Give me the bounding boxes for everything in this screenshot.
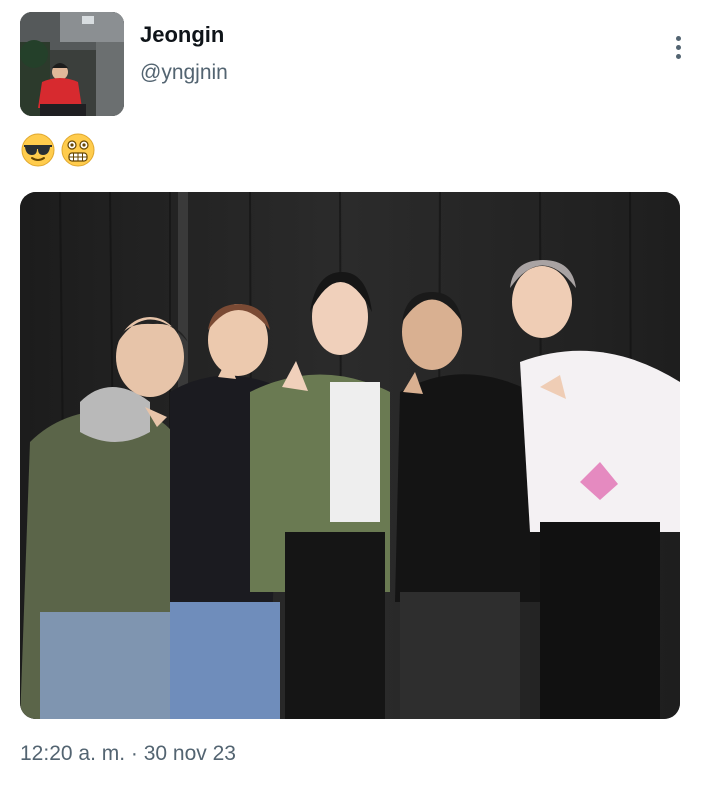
more-options-button[interactable] — [664, 30, 692, 64]
tweet-text — [20, 132, 96, 168]
tweet-card: Jeongin @yngjnin 12:20 a. m. · 30 nov 23 — [0, 0, 720, 790]
grimacing-face-icon — [61, 133, 95, 167]
tweet-photo[interactable] — [20, 192, 680, 719]
more-dot-icon — [675, 53, 681, 59]
more-dot-icon — [675, 44, 681, 50]
display-name[interactable]: Jeongin — [140, 22, 228, 48]
author-info[interactable]: Jeongin @yngjnin — [140, 22, 228, 86]
avatar-image — [20, 12, 124, 116]
handle[interactable]: @yngjnin — [140, 60, 228, 86]
avatar[interactable] — [20, 12, 124, 116]
sunglasses-face-icon — [21, 133, 55, 167]
group-photo-illustration — [20, 192, 680, 719]
timestamp[interactable]: 12:20 a. m. · 30 nov 23 — [20, 740, 236, 768]
more-dot-icon — [675, 35, 681, 41]
